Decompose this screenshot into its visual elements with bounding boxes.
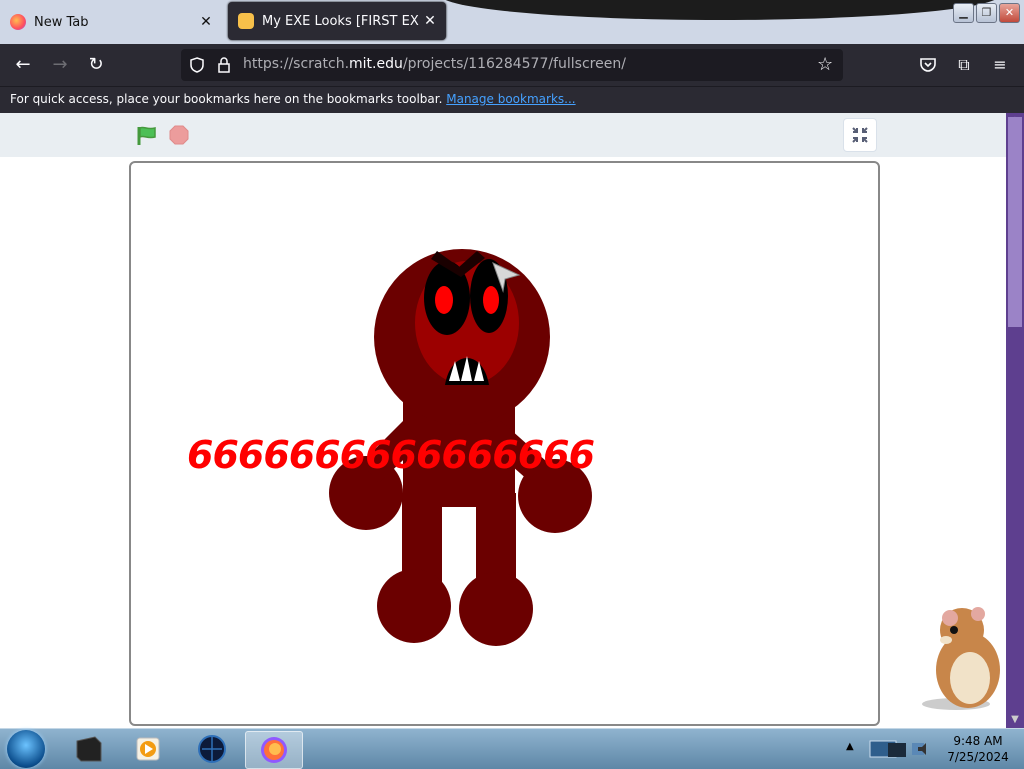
- hamster-desktop-pet[interactable]: [916, 600, 1010, 712]
- url-text[interactable]: https://scratch.mit.edu/projects/1162845…: [243, 56, 626, 72]
- tab-label: New Tab: [34, 14, 89, 30]
- exit-fullscreen-icon: [852, 127, 868, 143]
- show-hidden-icons-icon[interactable]: ▲: [846, 741, 854, 752]
- pocket-icon[interactable]: [919, 56, 937, 74]
- shield-icon[interactable]: [189, 57, 205, 73]
- tab-scratch-project[interactable]: My EXE Looks [FIRST EXE LOOK ✕: [228, 2, 446, 40]
- media-player-icon: [136, 737, 160, 761]
- stop-icon[interactable]: [169, 125, 189, 145]
- tab-new-tab[interactable]: New Tab ✕: [0, 4, 222, 40]
- restore-button[interactable]: ❐: [976, 3, 997, 23]
- taskbar-app-terminal[interactable]: [60, 731, 116, 767]
- terminal-icon: [76, 736, 102, 762]
- tab-strip: New Tab ✕ My EXE Looks [FIRST EXE LOOK ✕…: [0, 0, 1024, 44]
- globe-icon: [198, 735, 226, 763]
- back-icon[interactable]: ←: [10, 52, 36, 78]
- green-flag-icon[interactable]: [136, 125, 158, 147]
- address-bar[interactable]: https://scratch.mit.edu/projects/1162845…: [181, 49, 843, 81]
- close-window-button[interactable]: ✕: [999, 3, 1020, 23]
- minimize-button[interactable]: ▁: [953, 3, 974, 23]
- taskbar-app-firefox[interactable]: [245, 731, 303, 769]
- stage-number-text: 6666666666666666: [187, 433, 595, 477]
- project-stage[interactable]: 6666666666666666: [129, 161, 880, 726]
- navigation-toolbar: ← → ↻ https://scratch.mit.edu/projects/1…: [0, 44, 1024, 86]
- taskbar-app-globe[interactable]: [184, 731, 240, 767]
- clock-date: 7/25/2024: [947, 750, 1009, 764]
- theme-decoration: [440, 0, 1000, 20]
- bookmarks-message: For quick access, place your bookmarks h…: [10, 92, 576, 106]
- exit-fullscreen-button[interactable]: [843, 118, 877, 152]
- star-icon[interactable]: ☆: [817, 54, 833, 75]
- character-left-foot: [377, 569, 451, 643]
- character-left-pupil: [435, 286, 453, 314]
- system-tray: ▲ 9:48 AM 7/25/2024: [840, 729, 1024, 769]
- character-right-pupil: [483, 286, 499, 314]
- menu-icon[interactable]: ≡: [987, 52, 1013, 78]
- close-icon[interactable]: ✕: [420, 13, 440, 29]
- scratch-fullscreen-page: 6666666666666666: [0, 113, 1006, 728]
- taskbar-app-media-player[interactable]: [120, 731, 176, 767]
- clock-time: 9:48 AM: [953, 734, 1003, 748]
- scroll-down-icon[interactable]: ▼: [1008, 714, 1022, 726]
- url-path: /projects/116284577/fullscreen/: [402, 56, 626, 72]
- scratch-favicon-icon: [238, 13, 254, 29]
- stage-controls: [0, 113, 1006, 157]
- manage-bookmarks-link[interactable]: Manage bookmarks...: [446, 92, 575, 106]
- start-orb-icon[interactable]: [7, 730, 45, 768]
- character-right-foot: [459, 572, 533, 646]
- reload-icon[interactable]: ↻: [83, 52, 109, 78]
- windows-taskbar: ▲ 9:48 AM 7/25/2024: [0, 728, 1024, 769]
- scroll-thumb[interactable]: [1008, 117, 1022, 327]
- close-icon[interactable]: ✕: [196, 14, 216, 30]
- lock-icon[interactable]: [217, 57, 231, 73]
- url-host: mit.edu: [349, 56, 403, 72]
- tray-speaker-icon[interactable]: [916, 741, 932, 757]
- extensions-icon[interactable]: ⧉: [951, 52, 977, 78]
- bookmarks-hint: For quick access, place your bookmarks h…: [10, 92, 443, 106]
- taskbar-clock[interactable]: 9:48 AM 7/25/2024: [946, 733, 1010, 765]
- bookmarks-toolbar: For quick access, place your bookmarks h…: [0, 86, 1024, 113]
- window-controls: ▁ ❐ ✕: [953, 3, 1020, 23]
- stage-canvas: 6666666666666666: [187, 249, 596, 646]
- tab-label: My EXE Looks [FIRST EXE LOOK: [262, 13, 420, 29]
- firefox-icon: [261, 737, 287, 763]
- url-prefix: https://scratch.: [243, 56, 350, 72]
- firefox-icon: [10, 14, 26, 30]
- forward-icon[interactable]: →: [47, 52, 73, 78]
